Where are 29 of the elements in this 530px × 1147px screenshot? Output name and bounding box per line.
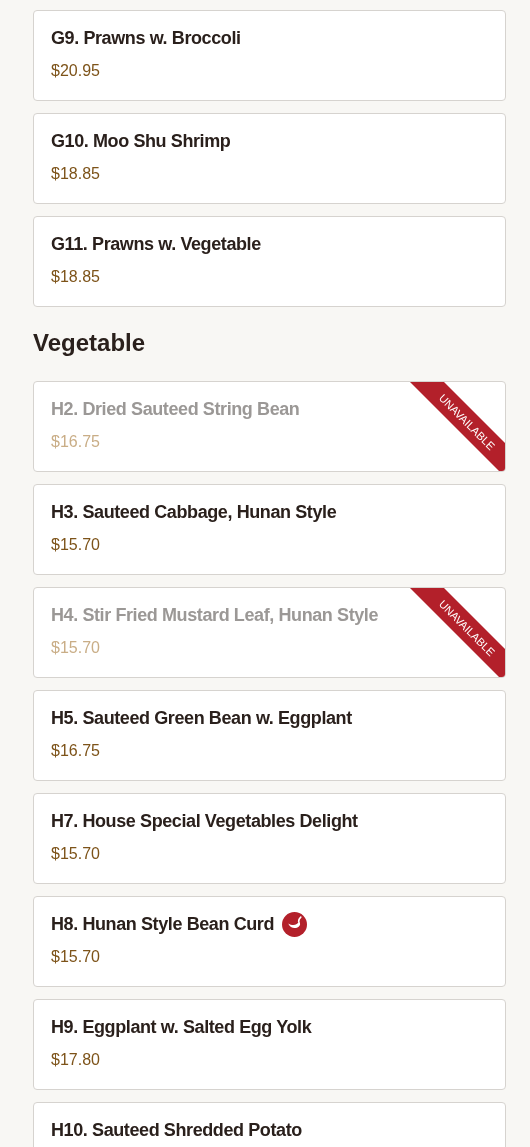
menu-item-card[interactable]: H8. Hunan Style Bean Curd $15.70 (33, 896, 506, 987)
item-price: $17.80 (51, 1050, 101, 1070)
menu-item-card[interactable]: G10. Moo Shu Shrimp $18.85 (33, 113, 506, 204)
menu-item-card[interactable]: G11. Prawns w. Vegetable $18.85 (33, 216, 506, 307)
item-price: $18.85 (51, 267, 101, 287)
item-name: H2. Dried Sauteed String Bean (51, 398, 300, 421)
item-name: H10. Sauteed Shredded Potato (51, 1119, 302, 1142)
menu-item-card[interactable]: H7. House Special Vegetables Delight $15.70 (33, 793, 506, 884)
item-name: G9. Prawns w. Broccoli (51, 27, 241, 50)
item-price: $15.70 (51, 947, 101, 967)
item-name: H3. Sauteed Cabbage, Hunan Style (51, 501, 337, 524)
item-name: H9. Eggplant w. Salted Egg Yolk (51, 1016, 312, 1039)
item-price: $15.70 (51, 535, 101, 555)
item-price: $18.85 (51, 164, 101, 184)
item-name: H8. Hunan Style Bean Curd (51, 913, 275, 936)
menu-item-card[interactable]: H3. Sauteed Cabbage, Hunan Style $15.70 (33, 484, 506, 575)
item-name: H4. Stir Fried Mustard Leaf, Hunan Style (51, 604, 379, 627)
menu-item-card[interactable]: H10. Sauteed Shredded Potato (33, 1102, 506, 1147)
menu-item-card[interactable]: G9. Prawns w. Broccoli $20.95 (33, 10, 506, 101)
menu-item-card[interactable]: H9. Eggplant w. Salted Egg Yolk $17.80 (33, 999, 506, 1090)
item-name: G11. Prawns w. Vegetable (51, 233, 261, 256)
item-name: G10. Moo Shu Shrimp (51, 130, 231, 153)
item-price: $20.95 (51, 61, 101, 81)
item-price: $15.70 (51, 844, 101, 864)
item-name: H5. Sauteed Green Bean w. Eggplant (51, 707, 352, 730)
item-price: $16.75 (51, 741, 101, 761)
section-heading: Vegetable (33, 328, 147, 358)
item-name: H7. House Special Vegetables Delight (51, 810, 358, 833)
menu-item-card[interactable]: H5. Sauteed Green Bean w. Eggplant $16.75 (33, 690, 506, 781)
